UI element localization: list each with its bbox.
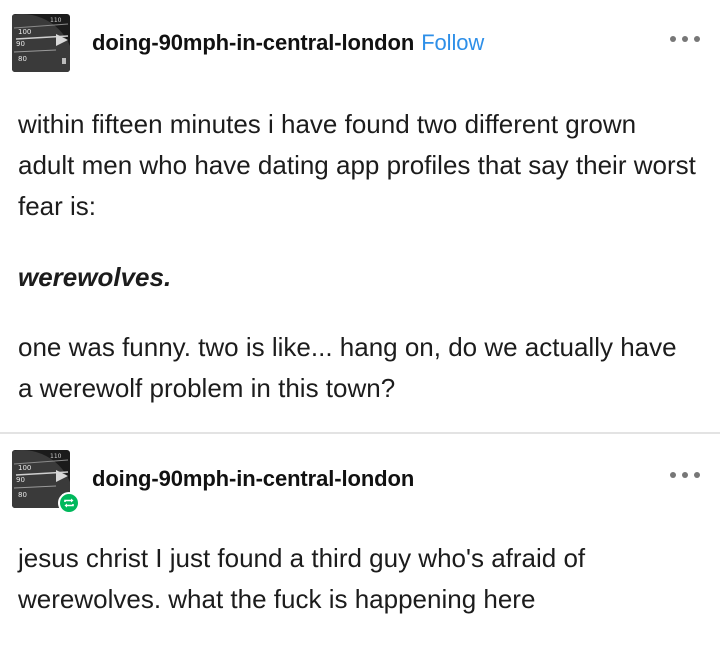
reblog-icon [64, 498, 74, 508]
speedometer-icon: 100 90 80 110 [12, 14, 70, 72]
svg-text:100: 100 [18, 28, 31, 36]
svg-text:90: 90 [16, 40, 25, 48]
username-link[interactable]: doing-90mph-in-central-london Follow [92, 30, 484, 56]
post-body-paragraph: within fifteen minutes i have found two … [18, 109, 696, 221]
svg-text:110: 110 [50, 17, 62, 24]
svg-text:80: 80 [18, 491, 27, 499]
post-reblog: 100 90 80 110 doing-90mph-in-central-lon… [0, 434, 720, 672]
post-body-emphasis: werewolves. [18, 262, 172, 292]
post-body-paragraph: jesus christ I just found a third guy wh… [18, 543, 586, 614]
post-original: 100 90 80 110 doing-90mph-in-central-lon… [0, 0, 720, 432]
username-text[interactable]: doing-90mph-in-central-london [92, 30, 414, 55]
more-options-button[interactable] [670, 34, 700, 44]
username-link[interactable]: doing-90mph-in-central-london [92, 466, 414, 492]
svg-text:80: 80 [18, 55, 27, 63]
post-header: 100 90 80 110 doing-90mph-in-central-lon… [12, 14, 708, 72]
follow-button[interactable]: Follow [421, 30, 484, 55]
more-options-button[interactable] [670, 470, 700, 480]
avatar[interactable]: 100 90 80 110 [12, 14, 70, 72]
ellipsis-icon [670, 472, 676, 478]
ellipsis-icon [670, 36, 676, 42]
svg-text:100: 100 [18, 464, 31, 472]
reblog-badge [58, 492, 80, 514]
post-body-paragraph: one was funny. two is like... hang on, d… [18, 332, 677, 403]
svg-text:90: 90 [16, 476, 25, 484]
post-header: 100 90 80 110 doing-90mph-in-central-lon… [12, 450, 708, 514]
svg-text:110: 110 [50, 453, 62, 460]
avatar[interactable]: 100 90 80 110 [12, 450, 80, 514]
